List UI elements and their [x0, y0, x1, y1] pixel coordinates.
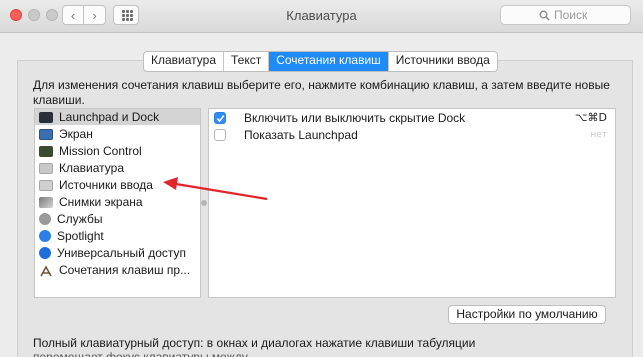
keyboard-icon [39, 162, 53, 174]
category-item-launchpad-dock[interactable]: Launchpad и Dock [35, 109, 200, 125]
category-item-services[interactable]: Службы [35, 211, 200, 227]
accessibility-icon [39, 247, 51, 259]
tab-shortcuts[interactable]: Сочетания клавиш [269, 52, 389, 71]
category-item-mission-control[interactable]: Mission Control [35, 143, 200, 159]
shortcut-list[interactable]: Включить или выключить скрытие Dock ⌥⌘D … [208, 108, 616, 298]
app-shortcuts-icon [39, 264, 53, 276]
shortcut-row-show-launchpad[interactable]: Показать Launchpad нет [209, 127, 615, 144]
shortcut-keys[interactable]: ⌥⌘D [575, 111, 607, 124]
preferences-window: ‹ › Клавиатура Поиск Клавиатура Текст Со… [0, 0, 643, 357]
tab-keyboard[interactable]: Клавиатура [144, 52, 224, 71]
search-placeholder: Поиск [554, 8, 588, 22]
category-item-input-sources[interactable]: Источники ввода [35, 177, 200, 193]
screenshot-icon [39, 196, 53, 208]
tab-bar: Клавиатура Текст Сочетания клавиш Источн… [143, 51, 498, 72]
title-bar: ‹ › Клавиатура Поиск [0, 0, 643, 33]
shortcut-keys[interactable]: нет [590, 130, 607, 140]
restore-defaults-button[interactable]: Настройки по умолчанию [448, 305, 606, 324]
checkmark-icon [216, 115, 225, 123]
tab-text[interactable]: Текст [224, 52, 270, 71]
category-item-display[interactable]: Экран [35, 126, 200, 142]
category-item-screenshots[interactable]: Снимки экрана [35, 194, 200, 210]
split-view-divider-handle[interactable] [201, 200, 207, 206]
shortcut-checkbox-unchecked[interactable] [214, 129, 226, 141]
search-field[interactable]: Поиск [500, 5, 631, 25]
category-item-spotlight[interactable]: Spotlight [35, 228, 200, 244]
instructions-text: Для изменения сочетания клавиш выберите … [33, 78, 610, 107]
full-keyboard-access-text-cut: перемещает фокус клавиатуры между [33, 350, 248, 357]
category-item-accessibility[interactable]: Универсальный доступ [35, 245, 200, 261]
input-sources-icon [39, 179, 53, 191]
shortcut-label: Показать Launchpad [244, 128, 358, 142]
shortcut-checkbox-checked[interactable] [214, 112, 226, 124]
display-icon [39, 128, 53, 140]
launchpad-dock-icon [39, 111, 53, 123]
category-item-keyboard[interactable]: Клавиатура [35, 160, 200, 176]
category-item-app-shortcuts[interactable]: Сочетания клавиш пр... [35, 262, 200, 278]
shortcut-label: Включить или выключить скрытие Dock [244, 111, 466, 125]
search-icon [539, 10, 550, 21]
category-list[interactable]: Launchpad и Dock Экран Mission Control К… [34, 108, 201, 298]
spotlight-icon [39, 230, 51, 242]
shortcut-row-toggle-dock-hiding[interactable]: Включить или выключить скрытие Dock ⌥⌘D [209, 110, 615, 127]
services-gear-icon [39, 213, 51, 225]
full-keyboard-access-text: Полный клавиатурный доступ: в окнах и ди… [33, 336, 476, 350]
tab-input-sources[interactable]: Источники ввода [389, 52, 497, 71]
mission-control-icon [39, 145, 53, 157]
